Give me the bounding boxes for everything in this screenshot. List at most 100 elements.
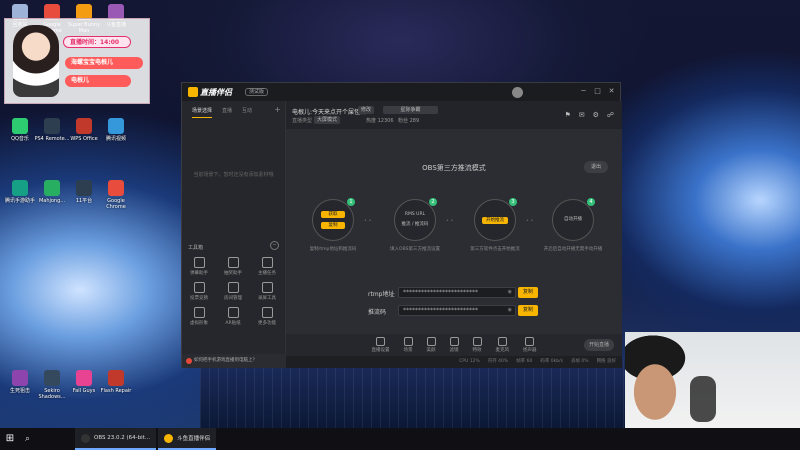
share-icon[interactable]: ☍ bbox=[607, 111, 614, 119]
toolbox-item[interactable]: 录屏工具 bbox=[250, 282, 284, 301]
add-scene-button[interactable]: + bbox=[274, 105, 281, 114]
toolbox-item[interactable]: 房间管理 bbox=[216, 282, 250, 301]
stream-key-field[interactable]: ************************* ◉ bbox=[398, 305, 516, 316]
show-key-icon[interactable]: ◉ bbox=[508, 306, 512, 315]
status-item: 内存 40% bbox=[487, 359, 509, 364]
desktop-icon[interactable]: Sekiro Shadows... bbox=[34, 370, 70, 400]
app-icon bbox=[108, 370, 124, 386]
exit-mode-button[interactable]: 退出 bbox=[584, 161, 608, 173]
step-4-caption: 开启后自动开播无需手动开播 bbox=[543, 247, 603, 252]
taskbar-task[interactable]: OBS 23.0.2 (64-bit... bbox=[75, 428, 157, 450]
taskbar-task-label: OBS 23.0.2 (64-bit... bbox=[94, 435, 151, 441]
desktop-icon-label: 腾讯手游助手 bbox=[4, 198, 35, 204]
app-logo-text: 直播伴侣 bbox=[200, 88, 232, 97]
widget-name-badge: 电根儿 bbox=[65, 75, 131, 87]
desktop-icon[interactable]: 腾讯手游助手 bbox=[2, 180, 38, 204]
app-icon bbox=[12, 370, 28, 386]
toolbar-icon bbox=[376, 337, 385, 346]
user-avatar[interactable] bbox=[512, 87, 523, 98]
tab-scene[interactable]: 场景选择 bbox=[192, 107, 213, 118]
avatar-widget[interactable]: 直播时间：14:00 海螺宝宝电根儿 电根儿 bbox=[4, 18, 150, 104]
version-badge[interactable]: 测试版 bbox=[245, 88, 269, 96]
stream-key-value: ************************* bbox=[403, 307, 478, 314]
toolbox-collapse-icon[interactable]: − bbox=[270, 241, 279, 250]
step-2-caption: 填入OBS第三方推流设置 bbox=[390, 247, 440, 252]
step-3: 3 开始推流 bbox=[474, 198, 517, 241]
toolbar-icon bbox=[403, 337, 413, 346]
desktop-icon[interactable]: PS4 Remote... bbox=[34, 118, 70, 142]
toolbox-item-label: 主播任务 bbox=[258, 271, 276, 276]
close-button[interactable]: ✕ bbox=[607, 87, 616, 96]
rtmp-field[interactable]: ************************* ◉ bbox=[398, 287, 516, 298]
flag-icon[interactable]: ⚑ bbox=[564, 111, 570, 119]
copy-key-button[interactable]: 复制 bbox=[518, 305, 538, 316]
toolbar-item-label: 滤镜 bbox=[449, 348, 459, 353]
start-stream-button[interactable]: 开始直播 bbox=[584, 339, 614, 351]
stream-type-select[interactable]: 大屏模式 bbox=[314, 116, 341, 124]
copy-rtmp-button[interactable]: 复制 bbox=[518, 287, 538, 298]
app-icon bbox=[108, 118, 124, 134]
scene-tabs: 场景选择 直播 互动 bbox=[182, 101, 285, 118]
step-3-caption: 第三方软件点击开始推流 bbox=[470, 247, 520, 252]
taskbar-task[interactable]: 斗鱼直播伴侣 bbox=[158, 428, 217, 450]
desktop-icon[interactable]: WPS Office bbox=[66, 118, 102, 142]
desktop-icon[interactable]: 生死狙击 bbox=[2, 370, 38, 394]
show-rtmp-icon[interactable]: ◉ bbox=[508, 288, 512, 297]
tool-icon bbox=[261, 257, 273, 268]
app-logo-icon bbox=[188, 87, 198, 97]
toolbox-item[interactable]: 虚拟形象 bbox=[182, 307, 216, 326]
toolbox-item[interactable]: 投票竞猜 bbox=[182, 282, 216, 301]
task-icon bbox=[81, 433, 91, 443]
minimize-button[interactable]: ─ bbox=[579, 87, 588, 96]
toolbar-item[interactable]: 特效 bbox=[472, 337, 482, 356]
step-3-number: 3 bbox=[509, 198, 517, 206]
toolbar-item[interactable]: 场景 bbox=[403, 337, 413, 356]
maximize-button[interactable]: □ bbox=[593, 87, 602, 96]
desktop-icon-label: Flash Repair bbox=[100, 388, 132, 394]
start-menu-icon[interactable]: ⊞ bbox=[0, 428, 20, 450]
desktop-icon-label: PS4 Remote... bbox=[34, 136, 70, 142]
status-item: 帧率 60 bbox=[516, 359, 533, 364]
toolbar-item[interactable]: 美颜 bbox=[426, 337, 436, 356]
header-icons: ⚑ ✉ ⚙ ☍ bbox=[564, 111, 614, 119]
step-1-number: 1 bbox=[347, 198, 355, 206]
help-notice[interactable]: 如何把手机游戏直播到电脑上？ bbox=[182, 354, 286, 368]
tool-icon bbox=[193, 257, 205, 268]
toolbox-item[interactable]: 更多功能 bbox=[250, 307, 284, 326]
settings-icon[interactable]: ⚙ bbox=[593, 111, 599, 119]
app-icon bbox=[76, 118, 92, 134]
step-1-caption: 复制rtmp地址和推流码 bbox=[309, 247, 357, 252]
tab-live[interactable]: 直播 bbox=[222, 107, 232, 118]
desktop-icon-label: Google Chrome bbox=[106, 198, 126, 210]
toolbox-item-label: 更多功能 bbox=[258, 321, 276, 326]
tool-icon bbox=[227, 307, 239, 318]
toolbar-item[interactable]: 直播设置 bbox=[372, 337, 390, 356]
toolbox-item[interactable]: AR贴纸 bbox=[216, 307, 250, 326]
category-select[interactable]: 星际争霸 bbox=[383, 106, 438, 114]
toolbox-item[interactable]: 主播任务 bbox=[250, 257, 284, 276]
toolbox-item[interactable]: 抽奖助手 bbox=[216, 257, 250, 276]
tab-interact[interactable]: 互动 bbox=[242, 107, 252, 118]
toolbar-item[interactable]: 麦克风 bbox=[496, 337, 509, 356]
edit-title-button[interactable]: 修改 bbox=[358, 106, 375, 114]
desktop-icon[interactable]: Flash Repair bbox=[98, 370, 134, 394]
desktop-icon[interactable]: Google Chrome bbox=[98, 180, 134, 210]
toolbox-item-label: 虚拟形象 bbox=[190, 321, 208, 326]
toolbar-icon bbox=[472, 337, 482, 346]
toolbar-item[interactable]: 扬声器 bbox=[523, 337, 537, 356]
webcam-chair bbox=[690, 376, 716, 422]
message-icon[interactable]: ✉ bbox=[579, 111, 585, 119]
desktop-icon[interactable]: Fall Guys bbox=[66, 370, 102, 394]
desktop-icon[interactable]: Mahjong... bbox=[34, 180, 70, 204]
toolbar-item-label: 美颜 bbox=[426, 348, 436, 353]
toolbox-item[interactable]: 弹幕助手 bbox=[182, 257, 216, 276]
app-icon bbox=[44, 370, 60, 386]
status-item: 网络 良好 bbox=[596, 359, 616, 364]
desktop-icon[interactable]: 腾讯视频 bbox=[98, 118, 134, 142]
toolbar-item[interactable]: 滤镜 bbox=[449, 337, 459, 356]
search-icon[interactable]: ⌕ bbox=[20, 434, 35, 444]
desktop-icon[interactable]: QQ音乐 bbox=[2, 118, 38, 142]
desktop-icon[interactable]: 11平台 bbox=[66, 180, 102, 204]
obs-stage: OBS第三方推流模式 退出 1 获取 复制 • • 2 RMS URL 推流 /… bbox=[286, 129, 622, 345]
widget-avatar bbox=[13, 25, 59, 97]
